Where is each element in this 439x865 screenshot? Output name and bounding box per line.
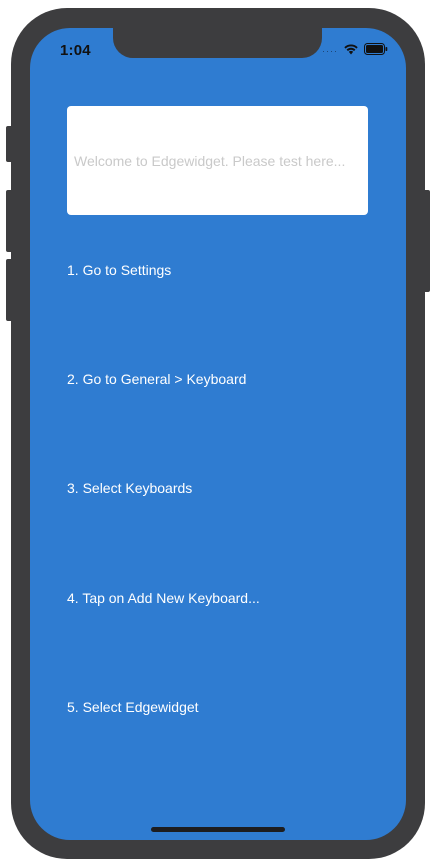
app-screen: 1:04 ···· 1. Go to Settings 2. Go to G <box>30 28 406 840</box>
status-time: 1:04 <box>60 42 91 59</box>
step-go-to-general-keyboard: 2. Go to General > Keyboard <box>67 371 247 387</box>
step-add-new-keyboard: 4. Tap on Add New Keyboard... <box>67 590 260 606</box>
status-icons: ···· <box>322 42 388 60</box>
step-select-keyboards: 3. Select Keyboards <box>67 480 193 496</box>
step-select-edgewidget: 5. Select Edgewidget <box>67 699 199 715</box>
cellular-dots-icon: ···· <box>322 46 338 56</box>
wifi-icon <box>343 42 359 60</box>
device-frame: 1:04 ···· 1. Go to Settings 2. Go to G <box>11 8 425 859</box>
battery-icon <box>364 42 388 60</box>
notch <box>113 28 322 58</box>
step-go-to-settings: 1. Go to Settings <box>67 262 172 278</box>
test-input[interactable] <box>67 106 368 215</box>
home-indicator[interactable] <box>151 827 285 832</box>
